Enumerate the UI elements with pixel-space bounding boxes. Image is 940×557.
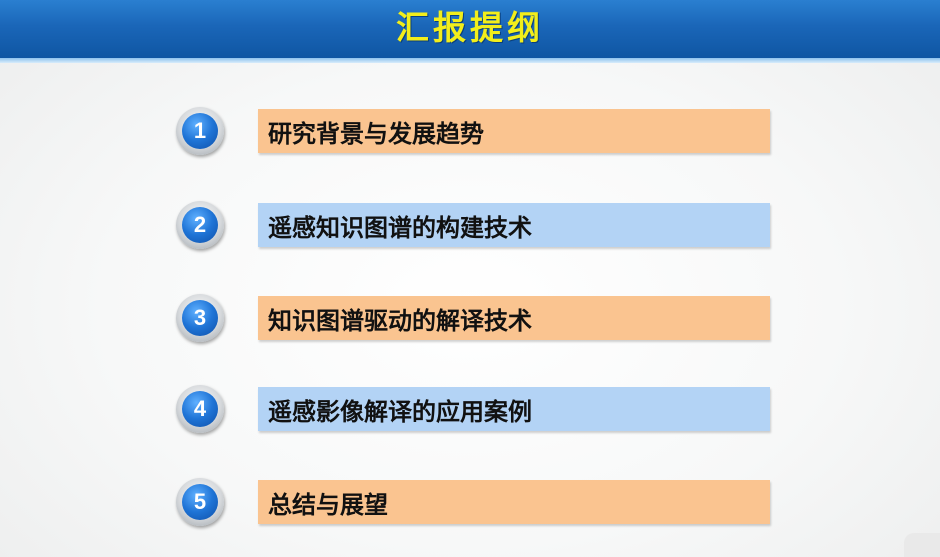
outline-item-4: 4 遥感影像解译的应用案例: [176, 385, 770, 433]
outline-item-label: 遥感影像解译的应用案例: [268, 397, 532, 426]
outline-bar: 知识图谱驱动的解译技术: [258, 296, 770, 340]
outline-bar: 遥感知识图谱的构建技术: [258, 203, 770, 247]
number-badge: 4: [176, 385, 224, 433]
corner-overlay: [904, 533, 940, 557]
outline-item-label: 知识图谱驱动的解译技术: [268, 306, 532, 335]
number-badge: 3: [176, 294, 224, 342]
outline-item-label: 遥感知识图谱的构建技术: [268, 213, 532, 242]
page-title: 汇报提纲: [396, 8, 544, 47]
outline-bar: 遥感影像解译的应用案例: [258, 387, 770, 431]
number-badge-value: 5: [182, 484, 218, 520]
number-badge-value: 3: [182, 300, 218, 336]
outline-bar: 总结与展望: [258, 480, 770, 524]
outline-item-3: 3 知识图谱驱动的解译技术: [176, 294, 770, 342]
outline-item-2: 2 遥感知识图谱的构建技术: [176, 201, 770, 249]
outline-item-label: 研究背景与发展趋势: [268, 119, 484, 148]
header-divider: [0, 58, 940, 63]
outline-item-label: 总结与展望: [268, 490, 388, 519]
outline-item-5: 5 总结与展望: [176, 478, 770, 526]
number-badge-value: 4: [182, 391, 218, 427]
outline-bar: 研究背景与发展趋势: [258, 109, 770, 153]
header-bar: 汇报提纲: [0, 0, 940, 58]
number-badge-value: 1: [182, 113, 218, 149]
number-badge-value: 2: [182, 207, 218, 243]
number-badge: 1: [176, 107, 224, 155]
outline-item-1: 1 研究背景与发展趋势: [176, 107, 770, 155]
number-badge: 2: [176, 201, 224, 249]
number-badge: 5: [176, 478, 224, 526]
